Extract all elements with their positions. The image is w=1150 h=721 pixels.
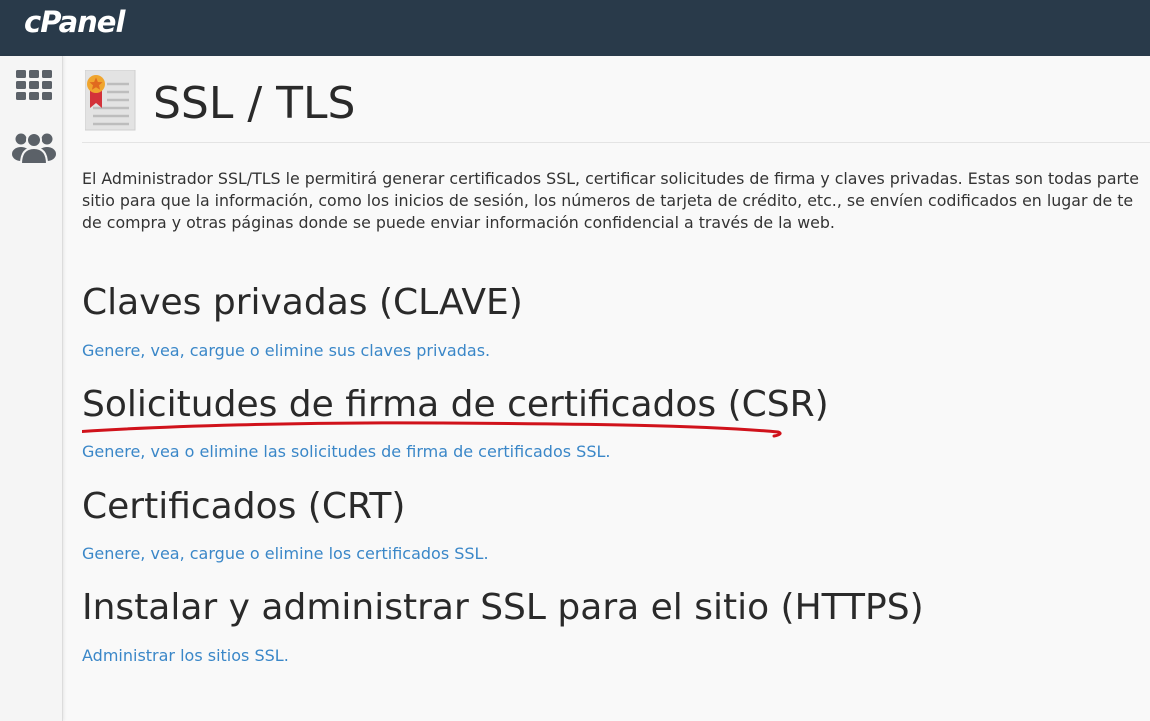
- page-header: SSL / TLS: [82, 56, 1150, 143]
- description-line: El Administrador SSL/TLS le permitirá ge…: [82, 169, 1139, 188]
- manage-ssl-sites-link[interactable]: Administrar los sitios SSL.: [82, 646, 289, 665]
- section-title-certificates[interactable]: Certificados (CRT): [82, 486, 405, 527]
- top-bar: cPanel: [0, 0, 1150, 56]
- section-title-private-keys[interactable]: Claves privadas (CLAVE): [82, 282, 523, 323]
- description-line: sitio para que la información, como los …: [82, 191, 1134, 210]
- csr-link[interactable]: Genere, vea o elimine las solicitudes de…: [82, 442, 610, 461]
- apps-grid-icon[interactable]: [16, 70, 52, 104]
- sidebar: [0, 56, 63, 721]
- description-line: de compra y otras páginas donde se puede…: [82, 213, 835, 232]
- ssl-certificate-icon: [84, 69, 137, 136]
- section-title-install-ssl[interactable]: Instalar y administrar SSL para el sitio…: [82, 587, 924, 628]
- page-title: SSL / TLS: [153, 78, 356, 129]
- section-title-csr[interactable]: Solicitudes de firma de certificados (CS…: [82, 384, 829, 425]
- cpanel-logo[interactable]: cPanel: [24, 5, 125, 39]
- page-description: El Administrador SSL/TLS le permitirá ge…: [82, 168, 1150, 234]
- users-icon[interactable]: [11, 130, 57, 168]
- main-content: SSL / TLS El Administrador SSL/TLS le pe…: [82, 56, 1150, 721]
- certificates-link[interactable]: Genere, vea, cargue o elimine los certif…: [82, 544, 489, 563]
- private-keys-link[interactable]: Genere, vea, cargue o elimine sus claves…: [82, 341, 490, 360]
